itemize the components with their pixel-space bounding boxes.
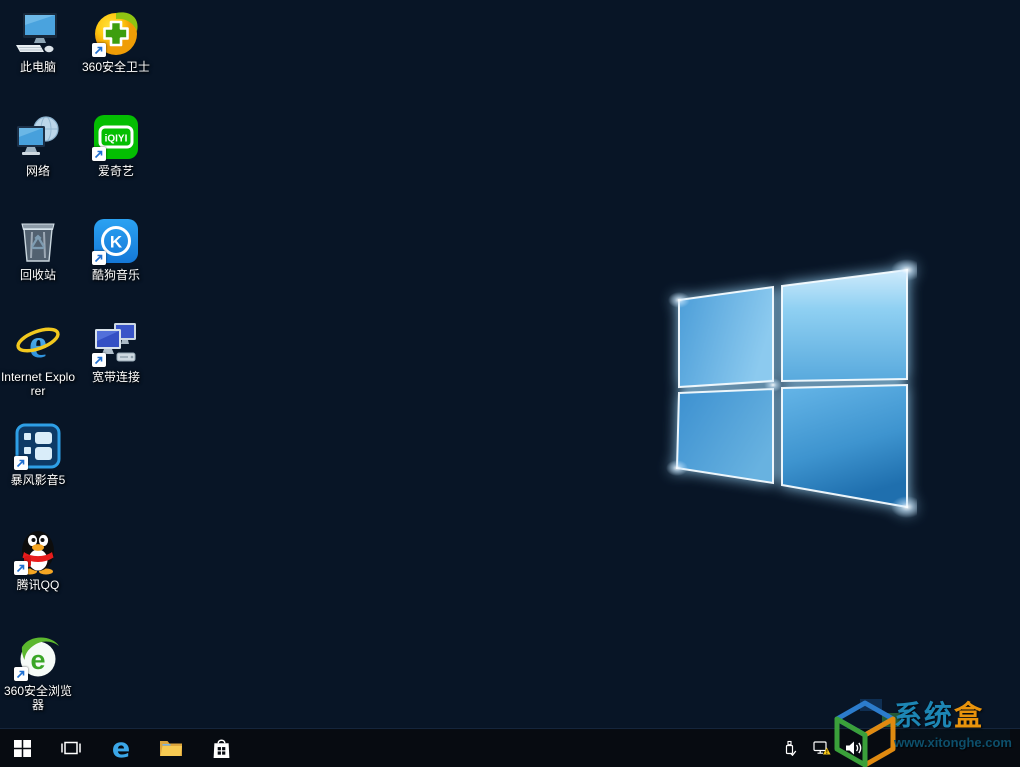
desktop-icon-qq[interactable]: 腾讯QQ [0, 526, 76, 592]
edge-taskbar-button[interactable]: e [98, 729, 144, 767]
broadband-connection-icon [91, 318, 141, 368]
svg-text:iQIYI: iQIYI [105, 134, 128, 145]
edge-icon: e [111, 732, 131, 764]
windows-desktop: 此电脑 360安全卫士 网络 iQIYI 爱奇艺 回收站 K 酷狗音乐 e In… [0, 0, 1020, 767]
icon-label: 宽带连接 [91, 370, 140, 384]
task-view-button[interactable] [48, 729, 94, 767]
file-explorer-button[interactable] [148, 729, 194, 767]
360-safe-guard-icon [91, 8, 141, 58]
svg-text:e: e [29, 321, 47, 366]
start-button[interactable] [0, 729, 44, 767]
icon-label: 爱奇艺 [97, 164, 134, 178]
desktop-icon-recycle-bin[interactable]: 回收站 [0, 216, 76, 282]
desktop-icon-360-browser[interactable]: e 360安全浏览器 [0, 632, 76, 712]
desktop-icon-broadband[interactable]: 宽带连接 [78, 318, 154, 384]
task-view-icon [61, 741, 81, 755]
icon-label: 腾讯QQ [16, 578, 60, 592]
iqiyi-icon: iQIYI [91, 112, 141, 162]
windows-start-icon [13, 739, 31, 757]
desktop-icon-this-pc[interactable]: 此电脑 [0, 8, 76, 74]
desktop-icon-360-safe-guard[interactable]: 360安全卫士 [78, 8, 154, 74]
shortcut-arrow-icon [92, 353, 106, 367]
store-button[interactable] [198, 729, 244, 767]
qq-penguin-icon [13, 526, 63, 576]
network-icon [13, 112, 63, 162]
svg-text:e: e [30, 645, 45, 675]
usb-safely-remove-button[interactable] [774, 729, 806, 767]
shortcut-arrow-icon [92, 251, 106, 265]
this-pc-icon [13, 8, 63, 58]
icon-label: 360安全卫士 [81, 60, 151, 74]
shortcut-arrow-icon [14, 667, 28, 681]
icon-label: Internet Explorer [0, 370, 76, 398]
recycle-bin-icon [13, 216, 63, 266]
icon-label: 360安全浏览器 [3, 684, 73, 712]
icon-label: 暴风影音5 [10, 473, 66, 487]
volume-button[interactable] [838, 729, 870, 767]
icon-label: 此电脑 [19, 60, 56, 74]
desktop-icon-kugou-music[interactable]: K 酷狗音乐 [78, 216, 154, 282]
windows-store-icon [213, 738, 229, 758]
icon-label: 酷狗音乐 [91, 268, 140, 282]
desktop-icon-internet-explorer[interactable]: e Internet Explorer [0, 318, 76, 398]
desktop-icon-network[interactable]: 网络 [0, 112, 76, 178]
icon-label: 回收站 [19, 268, 56, 282]
file-explorer-icon [160, 741, 182, 756]
internet-explorer-icon: e [13, 318, 63, 368]
desktop-icon-iqiyi[interactable]: iQIYI 爱奇艺 [78, 112, 154, 178]
kugou-music-icon: K [91, 216, 141, 266]
shortcut-arrow-icon [92, 43, 106, 57]
baofeng-player-icon [13, 421, 63, 471]
shortcut-arrow-icon [14, 456, 28, 470]
desktop-icon-baofeng[interactable]: 暴风影音5 [0, 421, 76, 487]
shortcut-arrow-icon [92, 147, 106, 161]
network-status-button[interactable] [806, 729, 838, 767]
360-browser-icon: e [13, 632, 63, 682]
system-tray [774, 729, 870, 767]
network-warning-icon [813, 741, 831, 755]
icon-label: 网络 [25, 164, 50, 178]
svg-text:K: K [110, 233, 123, 252]
shortcut-arrow-icon [14, 561, 28, 575]
usb-icon [785, 740, 797, 756]
speaker-icon [846, 741, 862, 755]
windows-logo-wallpaper [666, 259, 917, 518]
